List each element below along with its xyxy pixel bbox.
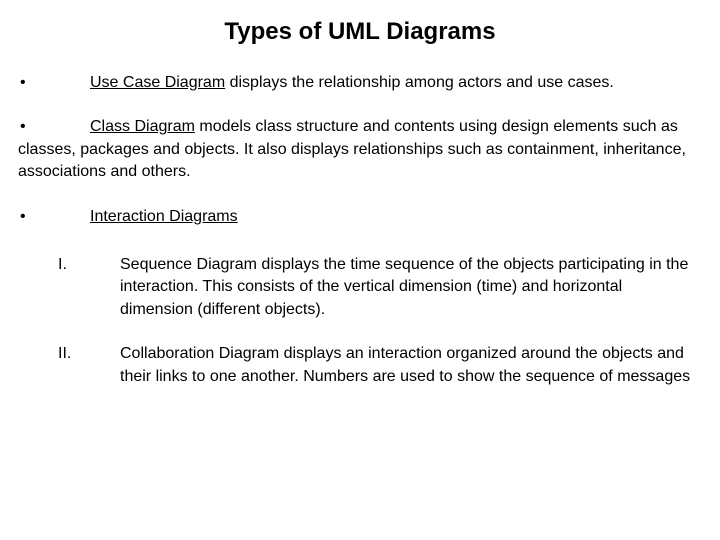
interaction-link: Interaction Diagrams <box>90 208 238 225</box>
bullet-marker: • <box>18 206 90 228</box>
slide: Types of UML Diagrams • Use Case Diagram… <box>0 0 720 540</box>
bullet-marker: • <box>18 72 90 94</box>
interaction-sublist: I. Sequence Diagram displays the time se… <box>58 254 702 388</box>
sub-text: Sequence Diagram displays the time seque… <box>120 254 702 321</box>
sub-item-collaboration: II. Collaboration Diagram displays an in… <box>58 343 702 388</box>
class-diagram-link: Class Diagram <box>90 118 195 135</box>
slide-title: Types of UML Diagrams <box>18 18 702 46</box>
use-case-link: Use Case Diagram <box>90 74 225 91</box>
sub-num: II. <box>58 343 120 365</box>
bullet-text: Interaction Diagrams <box>90 206 702 228</box>
bullet-marker: • <box>18 116 90 138</box>
bullet-interaction: • Interaction Diagrams <box>18 206 702 228</box>
sub-item-sequence: I. Sequence Diagram displays the time se… <box>58 254 702 321</box>
bullet-use-case: • Use Case Diagram displays the relation… <box>18 72 702 94</box>
bullet-text: Use Case Diagram displays the relationsh… <box>90 72 702 94</box>
bullet-class-diagram: •Class Diagram models class structure an… <box>18 116 702 183</box>
use-case-rest: displays the relationship among actors a… <box>225 74 614 91</box>
sub-num: I. <box>58 254 120 276</box>
sub-text: Collaboration Diagram displays an intera… <box>120 343 702 388</box>
